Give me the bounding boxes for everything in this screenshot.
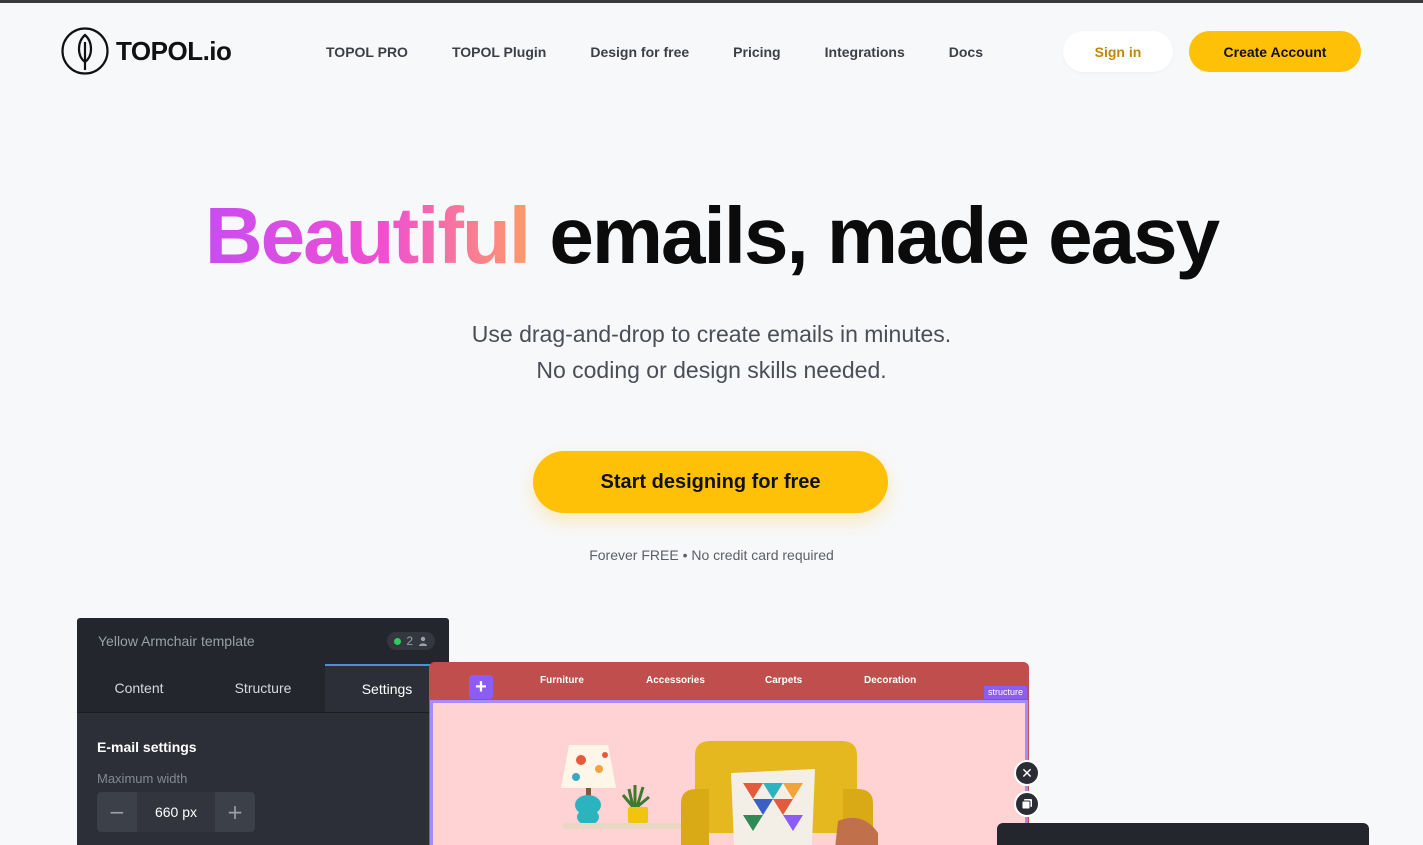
template-name: Yellow Armchair template (98, 633, 255, 649)
editor-toolbar-card (997, 823, 1369, 845)
user-icon (419, 636, 427, 646)
create-account-button[interactable]: Create Account (1189, 31, 1361, 72)
hero-title-highlight: Beautiful (204, 191, 531, 280)
structure-tag: structure (983, 686, 1027, 699)
online-status-dot (394, 637, 402, 645)
max-width-value[interactable]: 660 px (137, 792, 215, 832)
hero-title: Beautiful emails, made easy (0, 188, 1423, 284)
email-preview: + Furniture Accessories Carpets Decorati… (429, 662, 1029, 845)
brand-name: TOPOL.io (116, 35, 232, 66)
decrease-width-button[interactable]: − (97, 792, 137, 832)
start-designing-button[interactable]: Start designing for free (533, 451, 888, 513)
nav-item-topol-plugin[interactable]: TOPOL Plugin (430, 42, 568, 62)
plus-icon[interactable]: + (469, 675, 493, 699)
sign-in-button[interactable]: Sign in (1063, 31, 1173, 72)
main-nav: TOPOL PRO TOPOL Plugin Design for free P… (304, 42, 1005, 62)
tab-content[interactable]: Content (77, 664, 201, 712)
nav-item-docs[interactable]: Docs (927, 42, 1005, 62)
editor-tabs: Content Structure Settings (77, 664, 449, 713)
hero-subtitle-line-2: No coding or design skills needed. (536, 357, 887, 383)
tab-structure[interactable]: Structure (201, 664, 325, 712)
top-border (0, 0, 1423, 3)
email-menu-carpets[interactable]: Carpets (765, 675, 802, 686)
armchair-hero-image (561, 741, 878, 845)
copy-icon (1021, 799, 1032, 810)
brand-logo[interactable]: TOPOL.io (60, 26, 232, 76)
hero-subtitle-line-1: Use drag-and-drop to create emails in mi… (471, 321, 952, 347)
hero-title-rest: emails, made easy (549, 191, 1220, 280)
email-hero-block[interactable] (430, 700, 1028, 845)
online-users-badge[interactable]: 2 (387, 632, 435, 650)
email-menu-decoration[interactable]: Decoration (864, 675, 916, 686)
editor-panel-header: Yellow Armchair template 2 (77, 618, 449, 664)
email-menu-bar[interactable]: + Furniture Accessories Carpets Decorati… (429, 662, 1029, 700)
max-width-stepper: − 660 px + (97, 792, 255, 832)
nav-item-topol-pro[interactable]: TOPOL PRO (304, 42, 430, 62)
increase-width-button[interactable]: + (215, 792, 255, 832)
email-menu-accessories[interactable]: Accessories (646, 675, 705, 686)
settings-body: E-mail settings Maximum width − 660 px + (77, 713, 449, 845)
nav-item-pricing[interactable]: Pricing (711, 42, 802, 62)
close-block-icon[interactable]: ✕ (1014, 760, 1040, 786)
nav-item-integrations[interactable]: Integrations (803, 42, 927, 62)
max-width-label: Maximum width (97, 771, 188, 786)
nav-item-design-for-free[interactable]: Design for free (568, 42, 711, 62)
free-note: Forever FREE • No credit card required (589, 547, 834, 563)
email-settings-title: E-mail settings (97, 739, 197, 755)
online-users-count: 2 (406, 634, 413, 648)
duplicate-block-icon[interactable] (1014, 791, 1040, 817)
leaf-logo-icon (61, 27, 109, 75)
editor-panel: Yellow Armchair template 2 Content Struc… (77, 618, 449, 845)
hero-subtitle: Use drag-and-drop to create emails in mi… (0, 316, 1423, 388)
email-menu-furniture[interactable]: Furniture (540, 675, 584, 686)
